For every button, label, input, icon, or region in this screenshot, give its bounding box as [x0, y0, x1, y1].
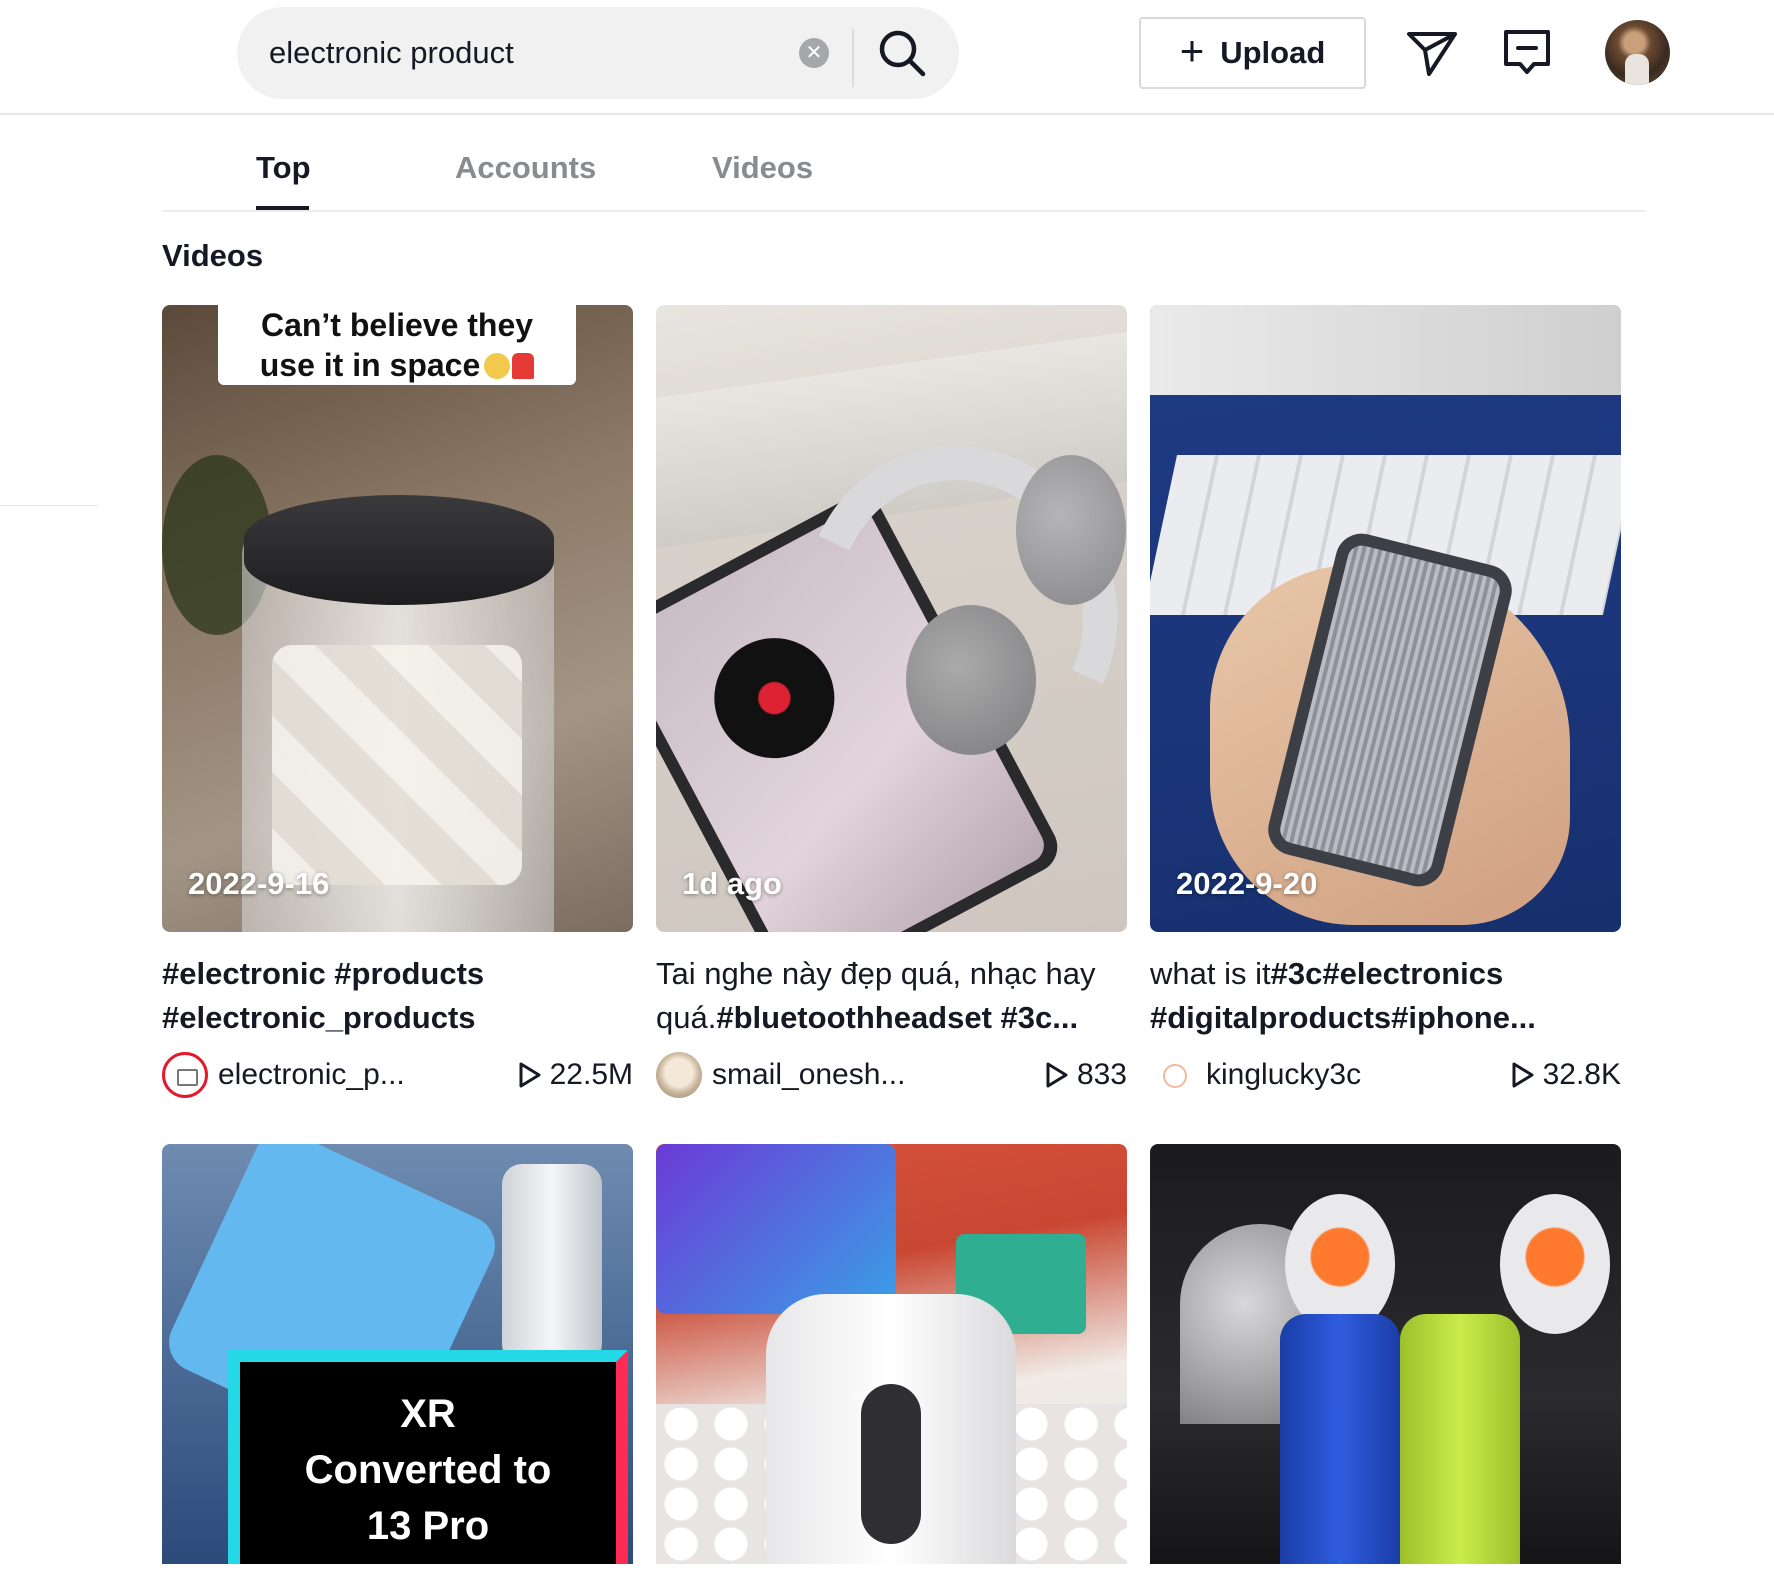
video-date: 1d ago [682, 866, 782, 901]
earcup-image [906, 605, 1036, 755]
search-bar: ✕ [237, 7, 959, 99]
author-name[interactable]: electronic_p... [218, 1058, 405, 1092]
video-thumbnail[interactable]: 1d ago [656, 305, 1127, 932]
video-date: 2022-9-20 [1176, 866, 1318, 901]
tab-videos[interactable]: Videos [712, 150, 813, 186]
caption-text: what is it [1150, 956, 1271, 991]
video-meta: smail_onesh... 833 [656, 1050, 1127, 1100]
overlay-line: Can’t believe they [260, 307, 534, 343]
astronaut-figure-image [1285, 1194, 1395, 1334]
video-thumbnail[interactable]: 2022-9-20 [1150, 305, 1621, 932]
send-icon[interactable] [1403, 24, 1461, 82]
divider [0, 505, 98, 506]
video-thumbnail[interactable] [656, 1144, 1127, 1564]
upload-button[interactable]: + Upload [1139, 17, 1366, 89]
video-card[interactable]: 2022-9-20 what is it#3c#electronics #dig… [1150, 305, 1621, 1100]
active-tab-indicator [256, 206, 309, 210]
search-icon[interactable] [873, 24, 933, 84]
author-avatar[interactable] [1150, 1052, 1196, 1098]
overlay-line: 13 Pro [366, 1504, 490, 1548]
mind-blown-emoji-icon [484, 353, 511, 379]
overlay-line: Converted to [304, 1448, 552, 1492]
view-count: 833 [1045, 1058, 1127, 1092]
video-card[interactable] [656, 1144, 1127, 1564]
view-count-value: 22.5M [549, 1058, 633, 1091]
video-thumbnail[interactable] [1150, 1144, 1621, 1564]
view-count-value: 32.8K [1542, 1058, 1621, 1091]
video-thumbnail[interactable]: XR Converted to 13 Pro [162, 1144, 633, 1564]
upload-label: Upload [1220, 35, 1326, 70]
view-count: 22.5M [518, 1058, 633, 1092]
astronaut-figure-image [1500, 1194, 1610, 1334]
tab-accounts[interactable]: Accounts [455, 150, 596, 186]
video-meta: kinglucky3c 32.8K [1150, 1050, 1621, 1100]
profile-avatar[interactable] [1605, 20, 1670, 85]
earcup-image [1016, 455, 1126, 605]
video-card[interactable]: Can’t believe they use it in space 2022-… [162, 305, 633, 1100]
overlay-line: use it in space [259, 347, 481, 383]
jar-lid-image [244, 495, 554, 605]
video-caption[interactable]: what is it#3c#electronics #digitalproduc… [1150, 952, 1621, 1040]
green-earbuds-case-image [1400, 1314, 1520, 1564]
monitor-image [1150, 305, 1621, 395]
section-title: Videos [162, 238, 264, 273]
author-name[interactable]: kinglucky3c [1206, 1058, 1361, 1092]
blue-earbuds-case-image [1280, 1314, 1400, 1564]
author-avatar[interactable] [656, 1052, 702, 1098]
video-date: 2022-9-16 [188, 866, 330, 901]
video-text-overlay: XR Converted to 13 Pro [228, 1350, 628, 1564]
play-icon [519, 1062, 541, 1088]
tab-top[interactable]: Top [256, 150, 311, 186]
video-meta: electronic_p... 22.5M [162, 1050, 633, 1100]
video-card[interactable]: XR Converted to 13 Pro [162, 1144, 633, 1564]
view-count: 32.8K [1511, 1058, 1621, 1092]
search-tabs: Top Accounts Videos [162, 140, 1646, 212]
view-count-value: 833 [1076, 1058, 1127, 1091]
play-icon [1046, 1062, 1068, 1088]
video-card[interactable]: 1d ago Tai nghe này đẹp quá, nhạc hay qu… [656, 305, 1127, 1100]
author-name[interactable]: smail_onesh... [712, 1058, 905, 1092]
search-divider [852, 29, 854, 87]
tool-slot-image [861, 1384, 921, 1544]
search-input[interactable] [269, 7, 769, 99]
tv-image [656, 1144, 896, 1314]
video-card[interactable] [1150, 1144, 1621, 1564]
plus-icon: + [1179, 27, 1205, 74]
video-caption[interactable]: Tai nghe này đẹp quá, nhạc hay quá.#blue… [656, 952, 1127, 1040]
clear-icon[interactable]: ✕ [799, 38, 829, 68]
bottle-image [502, 1164, 602, 1364]
caption-hashtags: #bluetoothheadset #3c... [716, 1000, 1079, 1035]
video-text-overlay: Can’t believe they use it in space [218, 305, 576, 385]
top-header: ✕ + Upload [0, 0, 1774, 115]
message-icon[interactable] [1498, 24, 1556, 82]
video-caption[interactable]: #electronic #products #electronic_produc… [162, 952, 633, 1040]
overlay-line: XR [400, 1392, 456, 1436]
video-thumbnail[interactable]: Can’t believe they use it in space 2022-… [162, 305, 633, 932]
play-icon [1512, 1062, 1534, 1088]
caption-hashtags: #electronic #products #electronic_produc… [162, 956, 485, 1035]
marshmallow-image [272, 645, 522, 885]
siren-emoji-icon [512, 353, 535, 379]
author-avatar[interactable] [162, 1052, 208, 1098]
